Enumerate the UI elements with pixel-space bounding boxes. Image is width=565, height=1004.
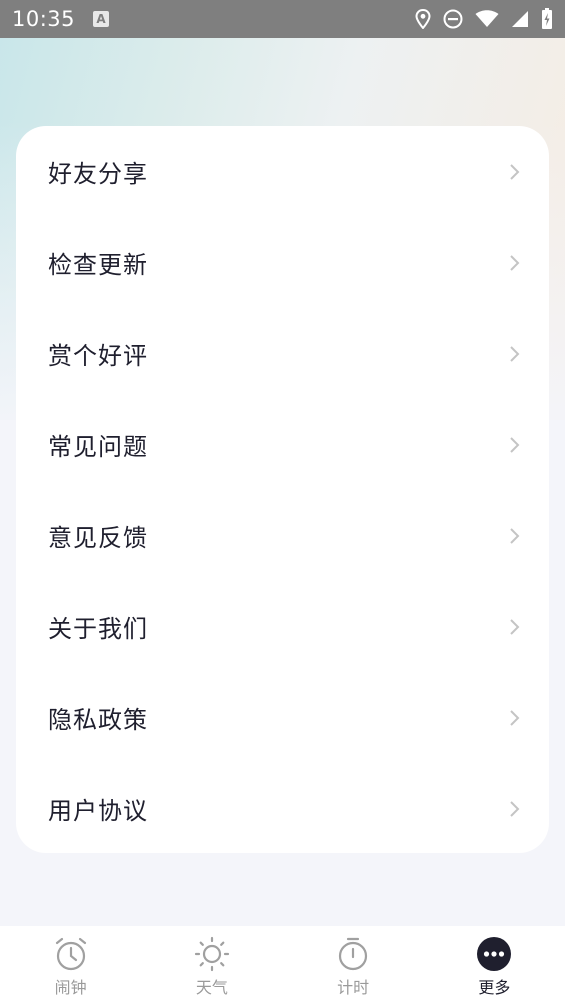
menu-item-user-agreement[interactable]: 用户协议 [16, 763, 549, 854]
wifi-icon [475, 10, 499, 27]
settings-menu-card: 好友分享 检查更新 赏个好评 常见问题 意见反馈 关于我们 隐私政策 用户协议 [16, 126, 549, 853]
chevron-right-icon [510, 618, 520, 635]
menu-item-feedback[interactable]: 意见反馈 [16, 490, 549, 581]
a-icon: A [93, 11, 110, 27]
bottom-tab-bar: 闹钟 天气 计时 更多 [0, 926, 565, 1004]
tab-timer[interactable]: 计时 [283, 926, 424, 1004]
more-icon [477, 937, 512, 971]
status-icons [415, 8, 553, 30]
chevron-right-icon [510, 345, 520, 362]
tab-more[interactable]: 更多 [424, 926, 565, 1004]
menu-item-label: 赏个好评 [48, 342, 148, 370]
menu-item-label: 检查更新 [48, 251, 148, 279]
signal-icon [512, 11, 528, 27]
menu-item-faq[interactable]: 常见问题 [16, 399, 549, 490]
menu-item-label: 用户协议 [48, 797, 148, 825]
menu-item-label: 常见问题 [48, 433, 148, 461]
battery-icon [542, 8, 552, 29]
menu-item-privacy-policy[interactable]: 隐私政策 [16, 672, 549, 763]
status-bar: 10:35 A [0, 0, 565, 38]
stopwatch-icon [339, 937, 368, 971]
menu-item-label: 意见反馈 [48, 524, 148, 552]
chevron-right-icon [510, 800, 520, 817]
menu-item-share[interactable]: 好友分享 [16, 126, 549, 217]
menu-item-about[interactable]: 关于我们 [16, 581, 549, 672]
tab-label: 天气 [195, 978, 228, 997]
dnd-icon [443, 9, 463, 29]
tab-alarm[interactable]: 闹钟 [0, 926, 141, 1004]
tab-label: 计时 [337, 978, 370, 997]
chevron-right-icon [510, 436, 520, 453]
alarm-clock-icon [55, 937, 86, 971]
chevron-right-icon [510, 163, 520, 180]
chevron-right-icon [510, 254, 520, 271]
menu-item-label: 隐私政策 [48, 706, 148, 734]
tab-label: 更多 [478, 978, 511, 997]
tab-label: 闹钟 [54, 978, 87, 997]
menu-item-label: 关于我们 [48, 615, 148, 643]
chevron-right-icon [510, 527, 520, 544]
menu-item-rate[interactable]: 赏个好评 [16, 308, 549, 399]
menu-item-label: 好友分享 [48, 160, 148, 188]
chevron-right-icon [510, 709, 520, 726]
tab-weather[interactable]: 天气 [141, 926, 282, 1004]
sun-icon [194, 936, 229, 972]
menu-item-check-update[interactable]: 检查更新 [16, 217, 549, 308]
location-icon [415, 9, 431, 29]
status-time: 10:35 [12, 7, 76, 31]
